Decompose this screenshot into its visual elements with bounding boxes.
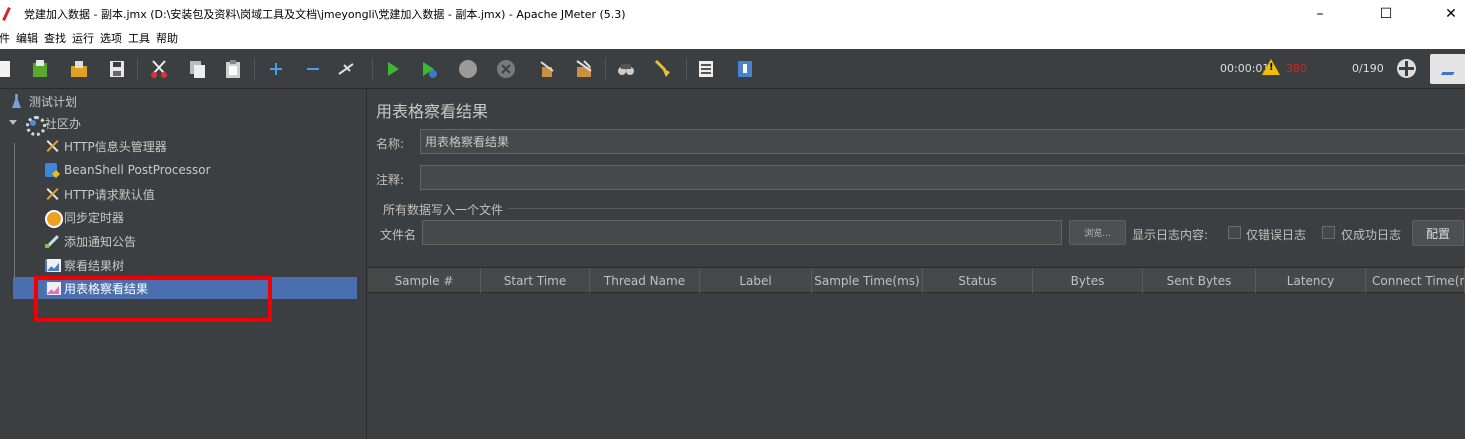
tree-node-http-defaults[interactable]: HTTP请求默认值 bbox=[44, 183, 155, 205]
errors-only-checkbox[interactable] bbox=[1228, 226, 1241, 239]
menu-help[interactable]: 帮助 bbox=[153, 30, 181, 46]
toolbar-separator bbox=[686, 58, 687, 80]
menu-options[interactable]: 选项 bbox=[97, 30, 125, 46]
remote-globe-icon[interactable] bbox=[1397, 59, 1416, 78]
cut-icon[interactable] bbox=[149, 59, 169, 79]
test-plan-tree: 测试计划 社区办 HTTP信息头管理器 BeanShell PostProces… bbox=[0, 89, 367, 439]
tree-node-test-plan[interactable]: 测试计划 bbox=[9, 90, 77, 112]
tree-node-results-tree[interactable]: 察看结果树 bbox=[44, 254, 124, 276]
search-binoculars-icon[interactable] bbox=[616, 59, 636, 79]
jmeter-feather-icon bbox=[2, 6, 16, 22]
panel-title: 用表格察看结果 bbox=[376, 102, 489, 121]
new-icon[interactable] bbox=[0, 59, 14, 79]
flask-icon bbox=[9, 93, 25, 109]
collapse-arrow-icon[interactable] bbox=[9, 120, 17, 125]
toolbar-separator bbox=[137, 58, 138, 80]
function-helper-icon[interactable] bbox=[696, 59, 716, 79]
stop-icon[interactable] bbox=[458, 59, 478, 79]
start-no-pauses-icon[interactable] bbox=[419, 59, 439, 79]
tree-node-sync-timer[interactable]: 同步定时器 bbox=[44, 206, 124, 228]
comment-input[interactable] bbox=[420, 165, 1465, 190]
tree-node-header-manager[interactable]: HTTP信息头管理器 bbox=[44, 135, 167, 157]
window-title-bar: 党建加入数据 - 副本.jmx (D:\安装包及资料\岗域工具及文档\jmeyo… bbox=[0, 0, 1465, 27]
write-to-file-group-title: 所有数据写入一个文件 bbox=[383, 203, 504, 217]
minimize-button[interactable]: – bbox=[1297, 0, 1343, 27]
name-input[interactable]: 用表格察看结果 bbox=[420, 129, 1465, 154]
templates-icon[interactable] bbox=[30, 59, 50, 79]
column-sent-bytes[interactable]: Sent Bytes bbox=[1143, 268, 1256, 293]
open-icon[interactable] bbox=[69, 59, 89, 79]
results-table-body[interactable] bbox=[368, 294, 1465, 439]
annotation-red-box bbox=[34, 276, 272, 322]
toolbar: 00:00:01 380 0/190 bbox=[0, 49, 1465, 89]
warning-icon[interactable] bbox=[1262, 59, 1280, 75]
gear-icon bbox=[25, 115, 46, 136]
errors-only-label: 仅错误日志 bbox=[1246, 228, 1307, 242]
copy-icon[interactable] bbox=[187, 59, 207, 79]
shutdown-icon[interactable] bbox=[496, 59, 516, 79]
toolbar-separator bbox=[254, 58, 255, 80]
listener-panel: 用表格察看结果 名称: 用表格察看结果 注释: 所有数据写入一个文件 文件名 浏… bbox=[368, 89, 1465, 439]
browse-button[interactable]: 浏览... bbox=[1069, 220, 1126, 245]
results-table-header: Sample # Start Time Thread Name Label Sa… bbox=[368, 267, 1465, 293]
clear-all-icon[interactable] bbox=[574, 59, 594, 79]
name-label: 名称: bbox=[376, 137, 405, 151]
column-connect-time[interactable]: Connect Time(m... bbox=[1366, 268, 1465, 293]
column-sample-time[interactable]: Sample Time(ms) bbox=[812, 268, 923, 293]
log-viewer-button[interactable] bbox=[1430, 54, 1465, 84]
start-icon[interactable] bbox=[383, 59, 403, 79]
clear-icon[interactable] bbox=[537, 59, 557, 79]
tree-node-thread-group[interactable]: 社区办 bbox=[25, 112, 81, 136]
menu-bar: 件 编辑 查找 运行 选项 工具 帮助 bbox=[0, 27, 1465, 49]
toolbar-separator bbox=[372, 58, 373, 80]
tools-icon bbox=[44, 186, 60, 202]
group-border bbox=[508, 208, 1465, 209]
chart-icon bbox=[44, 257, 61, 273]
success-only-label: 仅成功日志 bbox=[1341, 228, 1402, 242]
column-status[interactable]: Status bbox=[923, 268, 1033, 293]
filename-input[interactable] bbox=[422, 220, 1062, 245]
column-sample-number[interactable]: Sample # bbox=[368, 268, 481, 293]
menu-search[interactable]: 查找 bbox=[41, 30, 69, 46]
tree-node-beanshell[interactable]: BeanShell PostProcessor bbox=[44, 159, 211, 181]
expand-all-icon[interactable] bbox=[266, 59, 286, 79]
success-only-checkbox[interactable] bbox=[1322, 226, 1335, 239]
script-icon bbox=[44, 162, 60, 178]
column-start-time[interactable]: Start Time bbox=[481, 268, 590, 293]
menu-edit[interactable]: 编辑 bbox=[13, 30, 41, 46]
maximize-button[interactable]: ☐ bbox=[1363, 0, 1409, 27]
paste-icon[interactable] bbox=[223, 59, 243, 79]
log-content-label: 显示日志内容: bbox=[1132, 228, 1209, 242]
menu-file[interactable]: 件 bbox=[0, 30, 13, 46]
collapse-all-icon[interactable] bbox=[303, 59, 323, 79]
help-book-icon[interactable] bbox=[735, 59, 755, 79]
save-icon[interactable] bbox=[107, 59, 127, 79]
tree-guide-line bbox=[14, 143, 15, 295]
menu-run[interactable]: 运行 bbox=[69, 30, 97, 46]
active-threads: 0/190 bbox=[1352, 62, 1384, 75]
tools-icon bbox=[44, 138, 60, 154]
comment-label: 注释: bbox=[376, 173, 405, 187]
tree-node-add-notice[interactable]: 添加通知公告 bbox=[44, 230, 136, 252]
timer-icon bbox=[44, 209, 63, 228]
column-thread-name[interactable]: Thread Name bbox=[590, 268, 700, 293]
toolbar-separator bbox=[605, 58, 606, 80]
toggle-icon[interactable] bbox=[336, 59, 356, 79]
brush-icon bbox=[44, 233, 60, 249]
close-button[interactable]: ✕ bbox=[1428, 0, 1465, 27]
column-latency[interactable]: Latency bbox=[1256, 268, 1366, 293]
menu-tools[interactable]: 工具 bbox=[125, 30, 153, 46]
window-title: 党建加入数据 - 副本.jmx (D:\安装包及资料\岗域工具及文档\jmeyo… bbox=[24, 7, 626, 21]
error-count: 380 bbox=[1286, 62, 1307, 75]
reset-search-broom-icon[interactable] bbox=[653, 59, 673, 79]
configure-button[interactable]: 配置 bbox=[1412, 220, 1464, 246]
column-bytes[interactable]: Bytes bbox=[1033, 268, 1143, 293]
column-label[interactable]: Label bbox=[700, 268, 812, 293]
filename-label: 文件名 bbox=[380, 228, 417, 242]
